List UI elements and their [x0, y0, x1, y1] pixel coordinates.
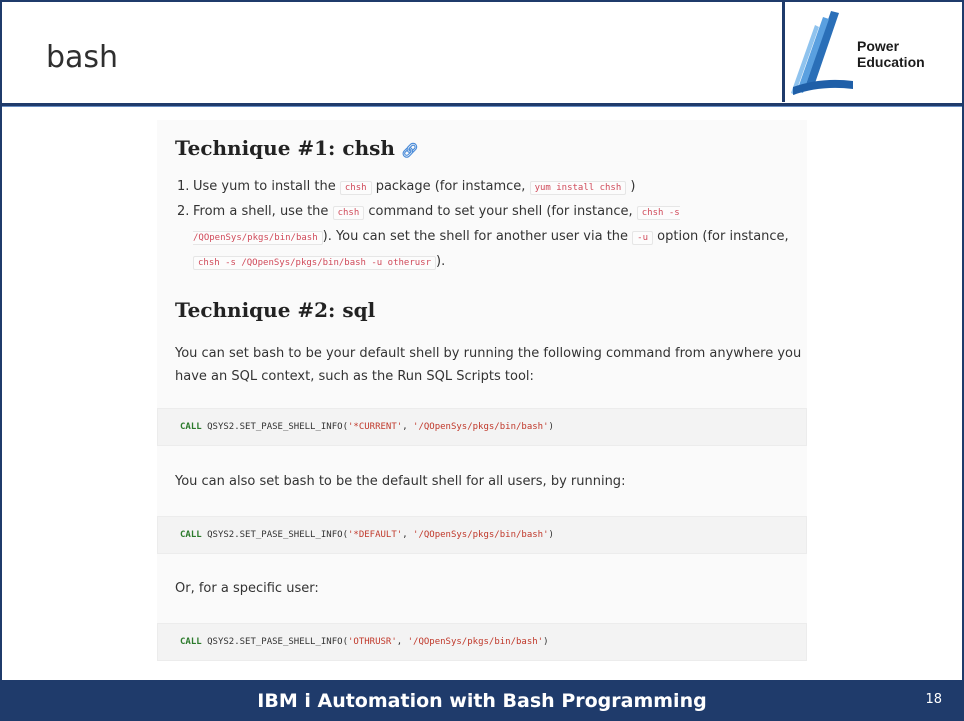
list-text: ) [630, 179, 636, 194]
link-icon[interactable]: 🔗︎ [401, 143, 419, 159]
inline-code: chsh [339, 181, 372, 195]
code-string: '*DEFAULT' [348, 530, 403, 540]
list-number: 1. [177, 179, 190, 194]
footer-title: IBM i Automation with Bash Programming [257, 690, 707, 712]
page-number: 18 [925, 692, 942, 707]
logo-text-line1: Power [857, 38, 900, 54]
technique2-paragraph: You can set bash to be your default shel… [175, 346, 802, 384]
code-line: CALL QSYS2.SET_PASE_SHELL_INFO('OTHRUSR'… [180, 637, 549, 647]
slide-title: bash [46, 40, 119, 75]
logo: Power Education [782, 2, 962, 102]
code-block: CALL QSYS2.SET_PASE_SHELL_INFO('OTHRUSR'… [157, 623, 807, 661]
power-education-logo-icon [791, 11, 853, 95]
logo-text: Power Education [857, 38, 925, 70]
code-separator: , [402, 422, 414, 432]
screenshot-content: Technique #1: chsh 🔗︎ 1. Use yum to insta… [157, 120, 807, 661]
technique2-paragraph: Or, for a specific user: [175, 581, 319, 596]
code-string: '*CURRENT' [348, 422, 403, 432]
inline-code: chsh [332, 206, 365, 220]
inline-code: -u [632, 231, 654, 245]
header-divider-light [2, 106, 962, 107]
list-text: package (for instamce, [375, 179, 526, 194]
list-text: Use yum to install the [193, 179, 336, 194]
code-function: QSYS2.SET_PASE_SHELL_INFO( [201, 530, 348, 540]
code-separator: , [396, 637, 408, 647]
slide-footer: IBM i Automation with Bash Programming 1… [0, 680, 964, 721]
inline-code: chsh -s /QOpenSys/pkgs/bin/bash -u other… [193, 256, 436, 270]
slide-header: bash Power Education [2, 2, 962, 102]
code-end: ) [543, 637, 549, 647]
list-text: option (for instance, [657, 229, 789, 244]
inline-code: yum install chsh [529, 181, 627, 195]
code-block: CALL QSYS2.SET_PASE_SHELL_INFO('*CURRENT… [157, 408, 807, 446]
list-item: 1. Use yum to install the chsh package (… [177, 175, 802, 200]
list-text: ). [436, 254, 446, 269]
code-end: ) [548, 530, 554, 540]
code-keyword: CALL [180, 637, 202, 647]
code-string: '/QOpenSys/pkgs/bin/bash' [413, 530, 549, 540]
code-keyword: CALL [180, 422, 202, 432]
list-text: From a shell, use the [193, 204, 329, 219]
technique1-heading: Technique #1: chsh 🔗︎ [175, 136, 419, 160]
code-block: CALL QSYS2.SET_PASE_SHELL_INFO('*DEFAULT… [157, 516, 807, 554]
code-string: 'OTHRUSR' [348, 637, 397, 647]
logo-text-line2: Education [857, 54, 925, 70]
code-string: '/QOpenSys/pkgs/bin/bash' [407, 637, 544, 647]
technique2-heading: Technique #2: sql [175, 298, 376, 322]
technique1-list: 1. Use yum to install the chsh package (… [177, 175, 802, 275]
list-text: ). You can set the shell for another use… [322, 229, 629, 244]
code-function: QSYS2.SET_PASE_SHELL_INFO( [201, 637, 348, 647]
list-text: command to set your shell (for instance, [368, 204, 633, 219]
code-line: CALL QSYS2.SET_PASE_SHELL_INFO('*CURRENT… [180, 422, 554, 432]
list-item: 2. From a shell, use the chsh command to… [177, 200, 802, 275]
code-keyword: CALL [180, 530, 202, 540]
slide: bash Power Education Technique #1: chsh 🔗… [0, 0, 964, 721]
technique2-paragraph: You can also set bash to be the default … [175, 474, 626, 489]
code-string: '/QOpenSys/pkgs/bin/bash' [413, 422, 549, 432]
technique1-heading-text: Technique #1: chsh [175, 136, 395, 160]
code-line: CALL QSYS2.SET_PASE_SHELL_INFO('*DEFAULT… [180, 530, 554, 540]
code-function: QSYS2.SET_PASE_SHELL_INFO( [201, 422, 348, 432]
code-end: ) [548, 422, 554, 432]
code-separator: , [402, 530, 414, 540]
list-number: 2. [177, 204, 190, 219]
